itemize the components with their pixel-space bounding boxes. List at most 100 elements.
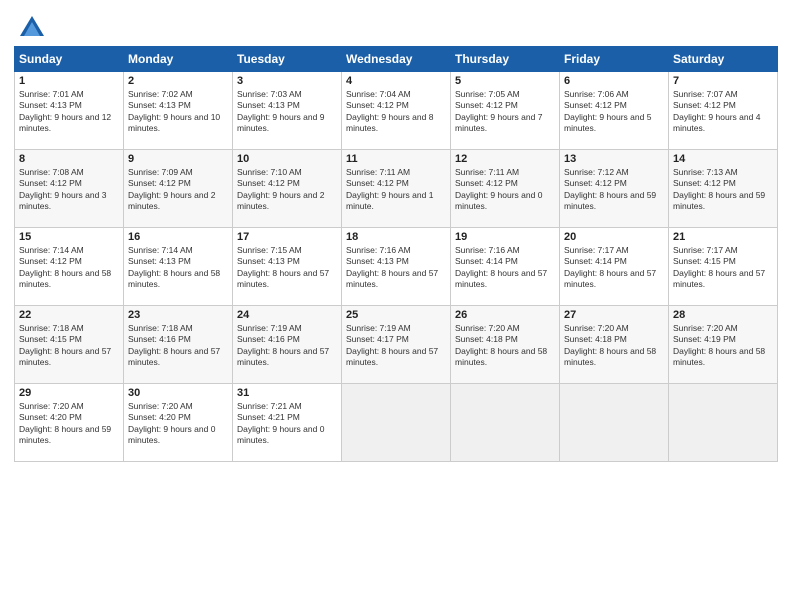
day-cell (560, 384, 669, 462)
day-info: Sunrise: 7:11 AMSunset: 4:12 PMDaylight:… (346, 167, 446, 213)
day-cell: 24 Sunrise: 7:19 AMSunset: 4:16 PMDayligh… (233, 306, 342, 384)
day-number: 29 (19, 387, 119, 399)
day-cell: 3 Sunrise: 7:03 AMSunset: 4:13 PMDaylight… (233, 72, 342, 150)
day-cell: 18 Sunrise: 7:16 AMSunset: 4:13 PMDayligh… (342, 228, 451, 306)
day-cell: 30 Sunrise: 7:20 AMSunset: 4:20 PMDayligh… (124, 384, 233, 462)
day-info: Sunrise: 7:06 AMSunset: 4:12 PMDaylight:… (564, 89, 664, 135)
day-number: 18 (346, 231, 446, 243)
week-row-5: 29 Sunrise: 7:20 AMSunset: 4:20 PMDayligh… (15, 384, 778, 462)
day-number: 2 (128, 75, 228, 87)
day-number: 13 (564, 153, 664, 165)
day-cell: 22 Sunrise: 7:18 AMSunset: 4:15 PMDayligh… (15, 306, 124, 384)
day-number: 17 (237, 231, 337, 243)
day-number: 31 (237, 387, 337, 399)
day-cell: 13 Sunrise: 7:12 AMSunset: 4:12 PMDayligh… (560, 150, 669, 228)
day-info: Sunrise: 7:03 AMSunset: 4:13 PMDaylight:… (237, 89, 337, 135)
day-number: 3 (237, 75, 337, 87)
day-number: 9 (128, 153, 228, 165)
day-info: Sunrise: 7:20 AMSunset: 4:20 PMDaylight:… (128, 401, 228, 447)
day-number: 25 (346, 309, 446, 321)
day-cell: 5 Sunrise: 7:05 AMSunset: 4:12 PMDaylight… (451, 72, 560, 150)
day-cell (342, 384, 451, 462)
day-cell (451, 384, 560, 462)
day-info: Sunrise: 7:17 AMSunset: 4:15 PMDaylight:… (673, 245, 773, 291)
day-info: Sunrise: 7:17 AMSunset: 4:14 PMDaylight:… (564, 245, 664, 291)
day-number: 11 (346, 153, 446, 165)
day-cell: 31 Sunrise: 7:21 AMSunset: 4:21 PMDayligh… (233, 384, 342, 462)
col-header-sunday: Sunday (15, 47, 124, 72)
day-number: 8 (19, 153, 119, 165)
day-number: 14 (673, 153, 773, 165)
day-info: Sunrise: 7:15 AMSunset: 4:13 PMDaylight:… (237, 245, 337, 291)
day-cell: 15 Sunrise: 7:14 AMSunset: 4:12 PMDayligh… (15, 228, 124, 306)
day-cell: 1Sunrise: 7:01 AMSunset: 4:13 PMDaylight… (15, 72, 124, 150)
day-cell: 2 Sunrise: 7:02 AMSunset: 4:13 PMDaylight… (124, 72, 233, 150)
day-number: 10 (237, 153, 337, 165)
day-number: 24 (237, 309, 337, 321)
day-cell: 16Sunrise: 7:14 AMSunset: 4:13 PMDayligh… (124, 228, 233, 306)
week-row-3: 15 Sunrise: 7:14 AMSunset: 4:12 PMDayligh… (15, 228, 778, 306)
col-header-wednesday: Wednesday (342, 47, 451, 72)
day-info: Sunrise: 7:20 AMSunset: 4:18 PMDaylight:… (455, 323, 555, 369)
col-header-saturday: Saturday (669, 47, 778, 72)
day-number: 15 (19, 231, 119, 243)
col-header-monday: Monday (124, 47, 233, 72)
day-number: 27 (564, 309, 664, 321)
calendar-table: SundayMondayTuesdayWednesdayThursdayFrid… (14, 46, 778, 462)
day-cell: 9 Sunrise: 7:09 AMSunset: 4:12 PMDaylight… (124, 150, 233, 228)
day-info: Sunrise: 7:16 AMSunset: 4:13 PMDaylight:… (346, 245, 446, 291)
logo-icon (18, 14, 46, 42)
day-info: Sunrise: 7:04 AMSunset: 4:12 PMDaylight:… (346, 89, 446, 135)
day-info: Sunrise: 7:05 AMSunset: 4:12 PMDaylight:… (455, 89, 555, 135)
day-info: Sunrise: 7:19 AMSunset: 4:16 PMDaylight:… (237, 323, 337, 369)
day-cell: 11 Sunrise: 7:11 AMSunset: 4:12 PMDayligh… (342, 150, 451, 228)
day-info: Sunrise: 7:16 AMSunset: 4:14 PMDaylight:… (455, 245, 555, 291)
day-number: 4 (346, 75, 446, 87)
day-number: 28 (673, 309, 773, 321)
day-info: Sunrise: 7:08 AMSunset: 4:12 PMDaylight:… (19, 167, 119, 213)
day-number: 19 (455, 231, 555, 243)
day-number: 5 (455, 75, 555, 87)
day-info: Sunrise: 7:07 AMSunset: 4:12 PMDaylight:… (673, 89, 773, 135)
day-info: Sunrise: 7:02 AMSunset: 4:13 PMDaylight:… (128, 89, 228, 135)
logo (14, 14, 46, 42)
day-info: Sunrise: 7:10 AMSunset: 4:12 PMDaylight:… (237, 167, 337, 213)
day-info: Sunrise: 7:09 AMSunset: 4:12 PMDaylight:… (128, 167, 228, 213)
col-header-thursday: Thursday (451, 47, 560, 72)
day-info: Sunrise: 7:18 AMSunset: 4:15 PMDaylight:… (19, 323, 119, 369)
day-info: Sunrise: 7:19 AMSunset: 4:17 PMDaylight:… (346, 323, 446, 369)
day-info: Sunrise: 7:01 AMSunset: 4:13 PMDaylight:… (19, 89, 119, 135)
day-number: 16 (128, 231, 228, 243)
day-cell (669, 384, 778, 462)
day-number: 30 (128, 387, 228, 399)
day-cell: 10 Sunrise: 7:10 AMSunset: 4:12 PMDayligh… (233, 150, 342, 228)
day-cell: 19 Sunrise: 7:16 AMSunset: 4:14 PMDayligh… (451, 228, 560, 306)
day-info: Sunrise: 7:12 AMSunset: 4:12 PMDaylight:… (564, 167, 664, 213)
day-number: 6 (564, 75, 664, 87)
day-number: 22 (19, 309, 119, 321)
week-row-2: 8 Sunrise: 7:08 AMSunset: 4:12 PMDaylight… (15, 150, 778, 228)
header-row: SundayMondayTuesdayWednesdayThursdayFrid… (15, 47, 778, 72)
day-info: Sunrise: 7:11 AMSunset: 4:12 PMDaylight:… (455, 167, 555, 213)
day-cell: 14Sunrise: 7:13 AMSunset: 4:12 PMDayligh… (669, 150, 778, 228)
day-info: Sunrise: 7:20 AMSunset: 4:19 PMDaylight:… (673, 323, 773, 369)
week-row-1: 1Sunrise: 7:01 AMSunset: 4:13 PMDaylight… (15, 72, 778, 150)
day-cell: 8 Sunrise: 7:08 AMSunset: 4:12 PMDaylight… (15, 150, 124, 228)
day-cell: 12 Sunrise: 7:11 AMSunset: 4:12 PMDayligh… (451, 150, 560, 228)
col-header-friday: Friday (560, 47, 669, 72)
day-number: 23 (128, 309, 228, 321)
day-number: 26 (455, 309, 555, 321)
col-header-tuesday: Tuesday (233, 47, 342, 72)
header (14, 10, 778, 42)
week-row-4: 22 Sunrise: 7:18 AMSunset: 4:15 PMDayligh… (15, 306, 778, 384)
day-info: Sunrise: 7:18 AMSunset: 4:16 PMDaylight:… (128, 323, 228, 369)
day-cell: 6 Sunrise: 7:06 AMSunset: 4:12 PMDaylight… (560, 72, 669, 150)
day-info: Sunrise: 7:14 AMSunset: 4:12 PMDaylight:… (19, 245, 119, 291)
day-number: 12 (455, 153, 555, 165)
day-cell: 26 Sunrise: 7:20 AMSunset: 4:18 PMDayligh… (451, 306, 560, 384)
main-container: SundayMondayTuesdayWednesdayThursdayFrid… (0, 0, 792, 470)
day-info: Sunrise: 7:20 AMSunset: 4:18 PMDaylight:… (564, 323, 664, 369)
day-info: Sunrise: 7:21 AMSunset: 4:21 PMDaylight:… (237, 401, 337, 447)
day-cell: 4 Sunrise: 7:04 AMSunset: 4:12 PMDaylight… (342, 72, 451, 150)
day-number: 7 (673, 75, 773, 87)
